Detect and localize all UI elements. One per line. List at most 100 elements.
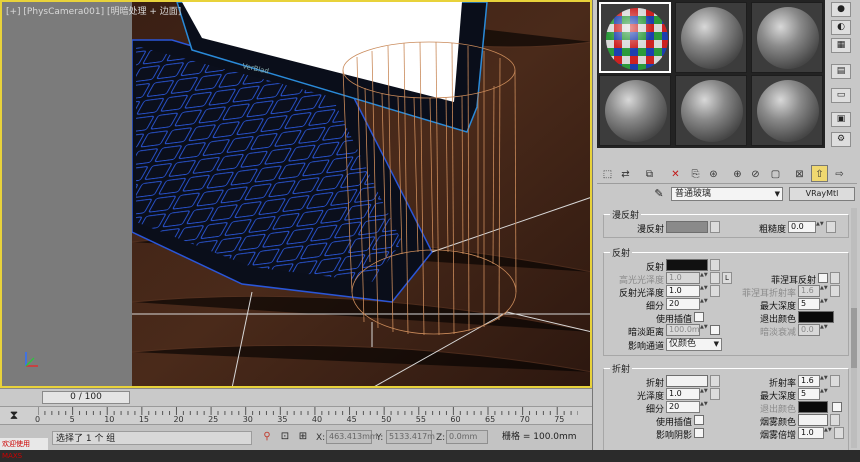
roughness-map-button[interactable] <box>826 221 836 233</box>
ior-map-button[interactable] <box>830 375 840 387</box>
fresnel-ior-spinner[interactable]: ▲▼ <box>820 285 828 297</box>
options-icon[interactable]: ⚙ <box>831 132 851 147</box>
viewport-label[interactable]: [+] [PhysCamera001] [明暗处理 + 边面] <box>6 4 181 17</box>
make-copy-icon[interactable]: ⎘ <box>687 165 704 182</box>
fresnel-ior-field[interactable]: 1.6 <box>798 285 820 297</box>
dim-distance-checkbox[interactable] <box>710 325 720 335</box>
reflect-map-button[interactable] <box>710 259 720 271</box>
fresnel-map-button[interactable] <box>830 272 840 284</box>
put-to-library-icon[interactable]: ⊕ <box>729 165 746 182</box>
make-unique-icon[interactable]: ⊛ <box>705 165 722 182</box>
assign-to-selection-icon[interactable]: ⧉ <box>641 165 658 182</box>
fog-color-swatch[interactable] <box>798 414 828 426</box>
fresnel-checkbox[interactable] <box>818 273 828 283</box>
refraction-rollout-title[interactable]: 折射 <box>610 362 633 375</box>
maxscript-listener[interactable]: 欢迎使用 MAXS <box>0 438 48 460</box>
refract-exit-color-swatch[interactable] <box>798 401 828 413</box>
reflection-rollout-title[interactable]: 反射 <box>610 246 633 259</box>
show-end-result-icon[interactable]: ⊠ <box>791 165 808 182</box>
y-coordinate-field[interactable]: 5133.417m <box>386 430 435 444</box>
refract-subdivs-spinner[interactable]: ▲▼ <box>700 401 708 413</box>
diffuse-rollout-title[interactable]: 漫反射 <box>610 208 642 221</box>
lock-button[interactable]: L <box>722 272 732 284</box>
backlight-icon[interactable]: ◐ <box>831 20 851 35</box>
reflect-subdivs-field[interactable]: 20 <box>666 298 700 310</box>
fog-multiplier-spinner[interactable]: ▲▼ <box>824 427 832 439</box>
video-check-icon[interactable]: ▭ <box>831 88 851 103</box>
refract-maxdepth-field[interactable]: 5 <box>798 388 820 400</box>
hilight-spinner[interactable]: ▲▼ <box>700 272 708 284</box>
fog-multiplier-map-button[interactable] <box>834 427 844 439</box>
uv-tiling-icon[interactable]: ▤ <box>831 64 851 79</box>
isolate-icon[interactable]: ⊡ <box>278 430 292 444</box>
refract-gloss-map-button[interactable] <box>710 388 720 400</box>
get-material-icon[interactable]: ⬚ <box>599 165 616 182</box>
sample-type-icon[interactable]: ● <box>831 2 851 17</box>
hilight-glossiness-field[interactable]: 1.0 <box>666 272 700 284</box>
time-slider-track[interactable]: 0 / 100 <box>0 388 592 406</box>
reflect-interp-checkbox[interactable] <box>694 312 704 322</box>
refract-map-button[interactable] <box>710 375 720 387</box>
sample-slot-1[interactable] <box>599 2 671 73</box>
reflect-maxdepth-field[interactable]: 5 <box>798 298 820 310</box>
refract-glossiness-field[interactable]: 1.0 <box>666 388 700 400</box>
affect-channels-dropdown[interactable]: 仅颜色 ▼ <box>666 338 722 351</box>
ior-field[interactable]: 1.6 <box>798 375 820 387</box>
reflect-glossiness-field[interactable]: 1.0 <box>666 285 700 297</box>
reflect-gloss-spinner[interactable]: ▲▼ <box>700 285 708 297</box>
time-slider[interactable]: 0 / 100 <box>42 391 130 404</box>
go-to-parent-icon[interactable]: ⇧ <box>811 165 828 182</box>
background-icon[interactable]: ▦ <box>831 38 851 53</box>
material-id-icon[interactable]: ⊘ <box>747 165 764 182</box>
z-coordinate-field[interactable]: 0.0mm <box>446 430 488 444</box>
refract-subdivs-field[interactable]: 20 <box>666 401 700 413</box>
dim-distance-field[interactable]: 100.0m <box>666 324 700 336</box>
parameters-scroll[interactable]: 漫反射 漫反射 粗糙度 0.0 ▲▼ 反射 反射 高光光泽度 1.0 ▲▼ L … <box>597 206 859 450</box>
sample-slot-4[interactable] <box>599 75 671 146</box>
hilight-map-button[interactable] <box>710 272 720 284</box>
refract-color-swatch[interactable] <box>666 375 708 387</box>
scene-render[interactable]: VerBlad <box>132 2 592 388</box>
eyedropper-icon[interactable]: ✎ <box>651 187 667 201</box>
sample-slot-2[interactable] <box>675 2 747 73</box>
diffuse-map-button[interactable] <box>710 221 720 233</box>
sample-slot-6[interactable] <box>751 75 823 146</box>
reflect-gloss-map-button[interactable] <box>710 285 720 297</box>
show-in-viewport-icon[interactable]: ▢ <box>767 165 784 182</box>
track-bar-icon[interactable]: ⧗ <box>6 408 22 422</box>
fog-color-map-button[interactable] <box>830 414 840 426</box>
reflect-color-swatch[interactable] <box>666 259 708 271</box>
frame-ruler[interactable]: ⧗ 0 5 10 15 20 25 30 35 40 45 50 55 60 65 70 75 <box>0 406 592 424</box>
roughness-field[interactable]: 0.0 <box>788 221 816 233</box>
dim-falloff-field[interactable]: 0.0 <box>798 324 820 336</box>
refract-interp-checkbox[interactable] <box>694 415 704 425</box>
dim-falloff-spinner[interactable]: ▲▼ <box>820 324 828 336</box>
make-preview-icon[interactable]: ▣ <box>831 112 851 127</box>
fog-multiplier-field[interactable]: 1.0 <box>798 427 824 439</box>
sample-slot-3[interactable] <box>751 2 823 73</box>
go-forward-sibling-icon[interactable]: ⇨ <box>831 165 848 182</box>
perspective-viewport[interactable]: [+] [PhysCamera001] [明暗处理 + 边面] VerBlad <box>0 0 592 388</box>
refract-maxdepth-spinner[interactable]: ▲▼ <box>820 388 828 400</box>
dim-distance-spinner[interactable]: ▲▼ <box>700 324 708 336</box>
reflect-exit-color-swatch[interactable] <box>798 311 834 323</box>
lock-selection-icon[interactable]: ⚲ <box>260 430 274 444</box>
put-to-scene-icon[interactable]: ⇄ <box>617 165 634 182</box>
parameters-scrollbar[interactable] <box>851 208 857 448</box>
ior-spinner[interactable]: ▲▼ <box>820 375 828 387</box>
material-name-dropdown[interactable]: 普通玻璃 ▼ <box>671 187 783 201</box>
absolute-mode-icon[interactable]: ⊞ <box>296 430 310 444</box>
reflect-maxdepth-spinner[interactable]: ▲▼ <box>820 298 828 310</box>
material-type-button[interactable]: VRayMtl <box>789 187 855 201</box>
fresnel-ior-map-button[interactable] <box>830 285 840 297</box>
affect-shadows-checkbox[interactable] <box>694 428 704 438</box>
roughness-spinner[interactable]: ▲▼ <box>816 221 824 233</box>
scrollbar-thumb[interactable] <box>851 308 857 368</box>
refract-gloss-spinner[interactable]: ▲▼ <box>700 388 708 400</box>
x-coordinate-field[interactable]: 463.413mm <box>326 430 378 444</box>
refract-exit-checkbox[interactable] <box>832 402 842 412</box>
diffuse-color-swatch[interactable] <box>666 221 708 233</box>
reflect-subdivs-spinner[interactable]: ▲▼ <box>700 298 708 310</box>
sample-slot-5[interactable] <box>675 75 747 146</box>
reset-map-icon[interactable]: ✕ <box>667 165 684 182</box>
